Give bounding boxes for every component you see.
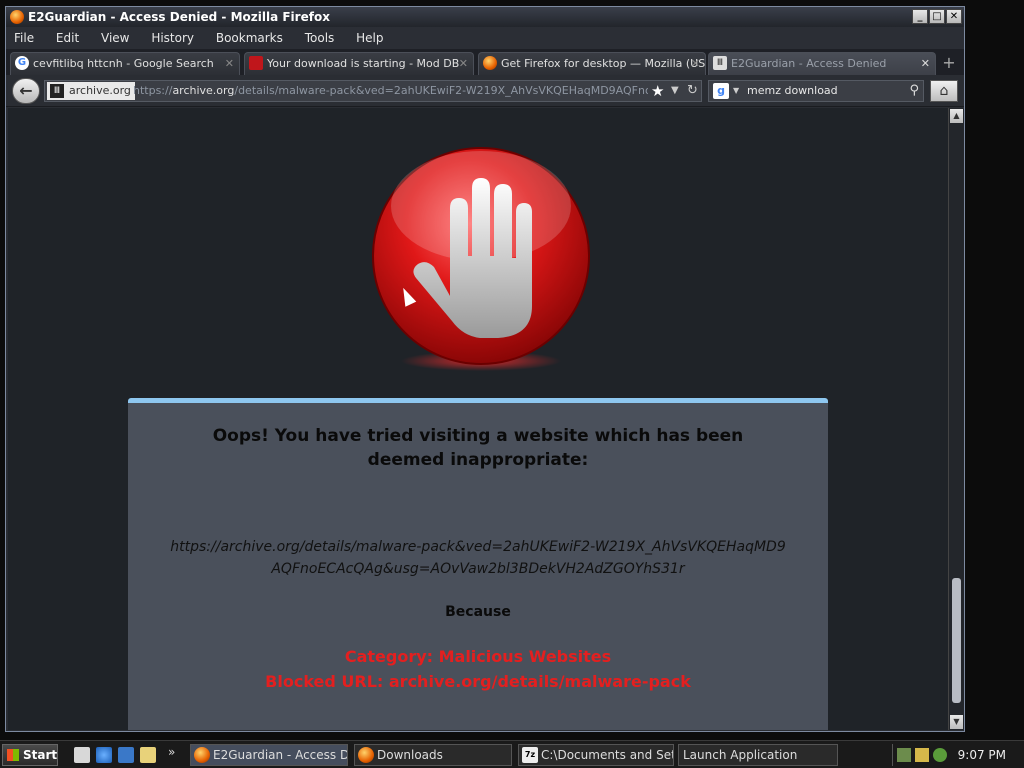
tab-label: Your download is starting - Mod DB bbox=[267, 57, 460, 70]
block-message-panel: Oops! You have tried visiting a website … bbox=[128, 398, 828, 730]
menu-bookmarks[interactable]: Bookmarks bbox=[216, 31, 283, 45]
task-downloads[interactable]: Downloads bbox=[354, 744, 512, 766]
internet-explorer-icon[interactable] bbox=[96, 747, 112, 763]
stop-hand-icon bbox=[372, 147, 590, 371]
site-identity-button[interactable]: Ⅲ archive.org bbox=[47, 82, 135, 100]
url-dropdown-icon[interactable]: ▼ bbox=[671, 81, 679, 101]
explorer-icon[interactable] bbox=[140, 747, 156, 763]
show-desktop-icon[interactable] bbox=[74, 747, 90, 763]
taskbar: Start » E2Guardian - Access D... Downloa… bbox=[0, 740, 1024, 768]
task-label: E2Guardian - Access D... bbox=[213, 748, 348, 762]
network-icon[interactable] bbox=[897, 748, 911, 762]
site-identity-label: archive.org bbox=[69, 84, 131, 97]
firefox-icon bbox=[10, 10, 24, 24]
because-label: Because bbox=[445, 604, 511, 620]
menu-tools[interactable]: Tools bbox=[305, 31, 335, 45]
tab-close-icon[interactable]: ✕ bbox=[691, 53, 700, 74]
search-input[interactable]: memz download bbox=[747, 84, 838, 97]
url-prefix: https:// bbox=[133, 84, 173, 97]
menu-view[interactable]: View bbox=[101, 31, 129, 45]
tab-get-firefox[interactable]: Get Firefox for desktop — Mozilla (US) ✕ bbox=[478, 52, 706, 75]
task-label: C:\Documents and Settin... bbox=[541, 748, 673, 762]
block-category: Category: Malicious Websites bbox=[344, 647, 612, 666]
task-label: Downloads bbox=[377, 748, 443, 762]
blocked-url-text: https://archive.org/details/malware-pack… bbox=[170, 539, 786, 577]
vertical-scrollbar[interactable]: ▲ ▼ bbox=[948, 108, 964, 730]
search-bar[interactable]: g ▼ memz download ⚲ bbox=[708, 80, 924, 102]
system-tray: 9:07 PM bbox=[892, 744, 1022, 766]
minimize-button[interactable]: _ bbox=[912, 9, 928, 24]
archive-icon: Ⅲ bbox=[713, 56, 727, 70]
update-icon[interactable] bbox=[933, 748, 947, 762]
block-heading: Oops! You have tried visiting a website … bbox=[212, 426, 744, 470]
menu-help[interactable]: Help bbox=[356, 31, 383, 45]
task-7zip[interactable]: 7z C:\Documents and Settin... bbox=[518, 744, 674, 766]
title-bar[interactable]: E2Guardian - Access Denied - Mozilla Fir… bbox=[6, 7, 964, 27]
tab-label: cevfitlibq httcnh - Google Search bbox=[33, 57, 214, 70]
menu-bar: File Edit View History Bookmarks Tools H… bbox=[6, 27, 964, 49]
start-button[interactable]: Start bbox=[2, 744, 58, 766]
navigation-bar: ← Ⅲ archive.org https://archive.org/deta… bbox=[6, 75, 964, 107]
start-label: Start bbox=[23, 748, 58, 762]
home-button[interactable]: ⌂ bbox=[930, 80, 958, 102]
firefox-window: E2Guardian - Access Denied - Mozilla Fir… bbox=[5, 6, 965, 732]
quicklaunch-more-icon[interactable]: » bbox=[168, 745, 175, 759]
outlook-express-icon[interactable] bbox=[118, 747, 134, 763]
reload-icon[interactable]: ↻ bbox=[687, 81, 698, 101]
firefox-icon bbox=[358, 747, 374, 763]
window-title: E2Guardian - Access Denied - Mozilla Fir… bbox=[28, 10, 330, 24]
firefox-icon bbox=[194, 747, 210, 763]
windows-logo-icon bbox=[7, 749, 19, 761]
firefox-icon bbox=[483, 56, 497, 70]
search-go-icon[interactable]: ⚲ bbox=[909, 81, 919, 101]
task-label: Launch Application bbox=[683, 748, 798, 762]
bookmark-star-icon[interactable]: ★ bbox=[651, 81, 664, 101]
tab-google-search[interactable]: G cevfitlibq httcnh - Google Search ✕ bbox=[10, 52, 240, 75]
back-button[interactable]: ← bbox=[12, 78, 40, 104]
scroll-up-icon[interactable]: ▲ bbox=[950, 109, 963, 123]
task-launch-application[interactable]: Launch Application bbox=[678, 744, 838, 766]
new-tab-icon[interactable]: + bbox=[938, 53, 960, 73]
menu-edit[interactable]: Edit bbox=[56, 31, 79, 45]
menu-history[interactable]: History bbox=[151, 31, 194, 45]
moddb-icon bbox=[249, 56, 263, 70]
archive-icon: Ⅲ bbox=[50, 84, 64, 98]
tab-access-denied[interactable]: Ⅲ E2Guardian - Access Denied ✕ bbox=[708, 52, 936, 75]
engine-dropdown-icon[interactable]: ▼ bbox=[733, 81, 739, 101]
scrollbar-thumb[interactable] bbox=[952, 578, 961, 703]
block-reason-url: Blocked URL: archive.org/details/malware… bbox=[265, 672, 691, 691]
google-icon: G bbox=[15, 56, 29, 70]
task-e2guardian[interactable]: E2Guardian - Access D... bbox=[190, 744, 348, 766]
desktop: E2Guardian - Access Denied - Mozilla Fir… bbox=[0, 0, 1024, 740]
menu-file[interactable]: File bbox=[14, 31, 34, 45]
clock: 9:07 PM bbox=[957, 748, 1006, 762]
maximize-button[interactable]: □ bbox=[929, 9, 945, 24]
close-button[interactable]: ✕ bbox=[946, 9, 962, 24]
url-bar[interactable]: Ⅲ archive.org https://archive.org/detail… bbox=[44, 80, 702, 102]
tab-strip: G cevfitlibq httcnh - Google Search ✕ Yo… bbox=[6, 49, 964, 75]
tab-moddb[interactable]: Your download is starting - Mod DB ✕ bbox=[244, 52, 474, 75]
tab-close-icon[interactable]: ✕ bbox=[459, 53, 468, 74]
wand-icon[interactable] bbox=[915, 748, 929, 762]
scroll-down-icon[interactable]: ▼ bbox=[950, 715, 963, 729]
tab-label: Get Firefox for desktop — Mozilla (US) bbox=[501, 57, 706, 70]
tab-close-icon[interactable]: ✕ bbox=[921, 53, 930, 74]
tab-label: E2Guardian - Access Denied bbox=[731, 57, 887, 70]
url-host: archive.org bbox=[172, 84, 235, 97]
page-content: Oops! You have tried visiting a website … bbox=[8, 108, 948, 730]
7zip-icon: 7z bbox=[522, 747, 538, 763]
tab-close-icon[interactable]: ✕ bbox=[225, 53, 234, 74]
google-icon[interactable]: g bbox=[713, 83, 729, 99]
url-text[interactable]: https://archive.org/details/malware-pack… bbox=[133, 81, 648, 101]
url-path: /details/malware-pack&ved=2ahUKEwiF2-W21… bbox=[234, 84, 648, 97]
